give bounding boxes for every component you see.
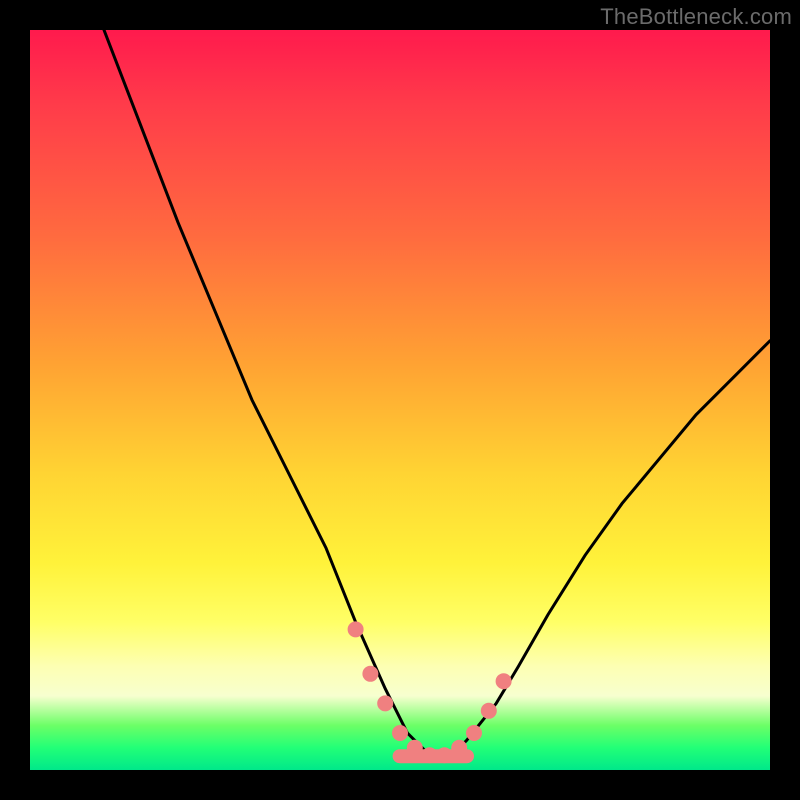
chart-plot-area (30, 30, 770, 770)
valley-dot (392, 725, 408, 741)
valley-dot-group (348, 621, 512, 763)
valley-dot (362, 666, 378, 682)
valley-dot (377, 695, 393, 711)
valley-dot (436, 747, 452, 763)
chart-frame: TheBottleneck.com (0, 0, 800, 800)
watermark-text: TheBottleneck.com (600, 4, 792, 30)
valley-dot (422, 747, 438, 763)
valley-dot (466, 725, 482, 741)
curve-svg (30, 30, 770, 770)
valley-dot (407, 740, 423, 756)
valley-dot (496, 673, 512, 689)
bottleneck-curve (104, 30, 770, 755)
valley-bar (393, 749, 474, 763)
valley-dot (451, 740, 467, 756)
valley-dot (348, 621, 364, 637)
valley-dot (481, 703, 497, 719)
